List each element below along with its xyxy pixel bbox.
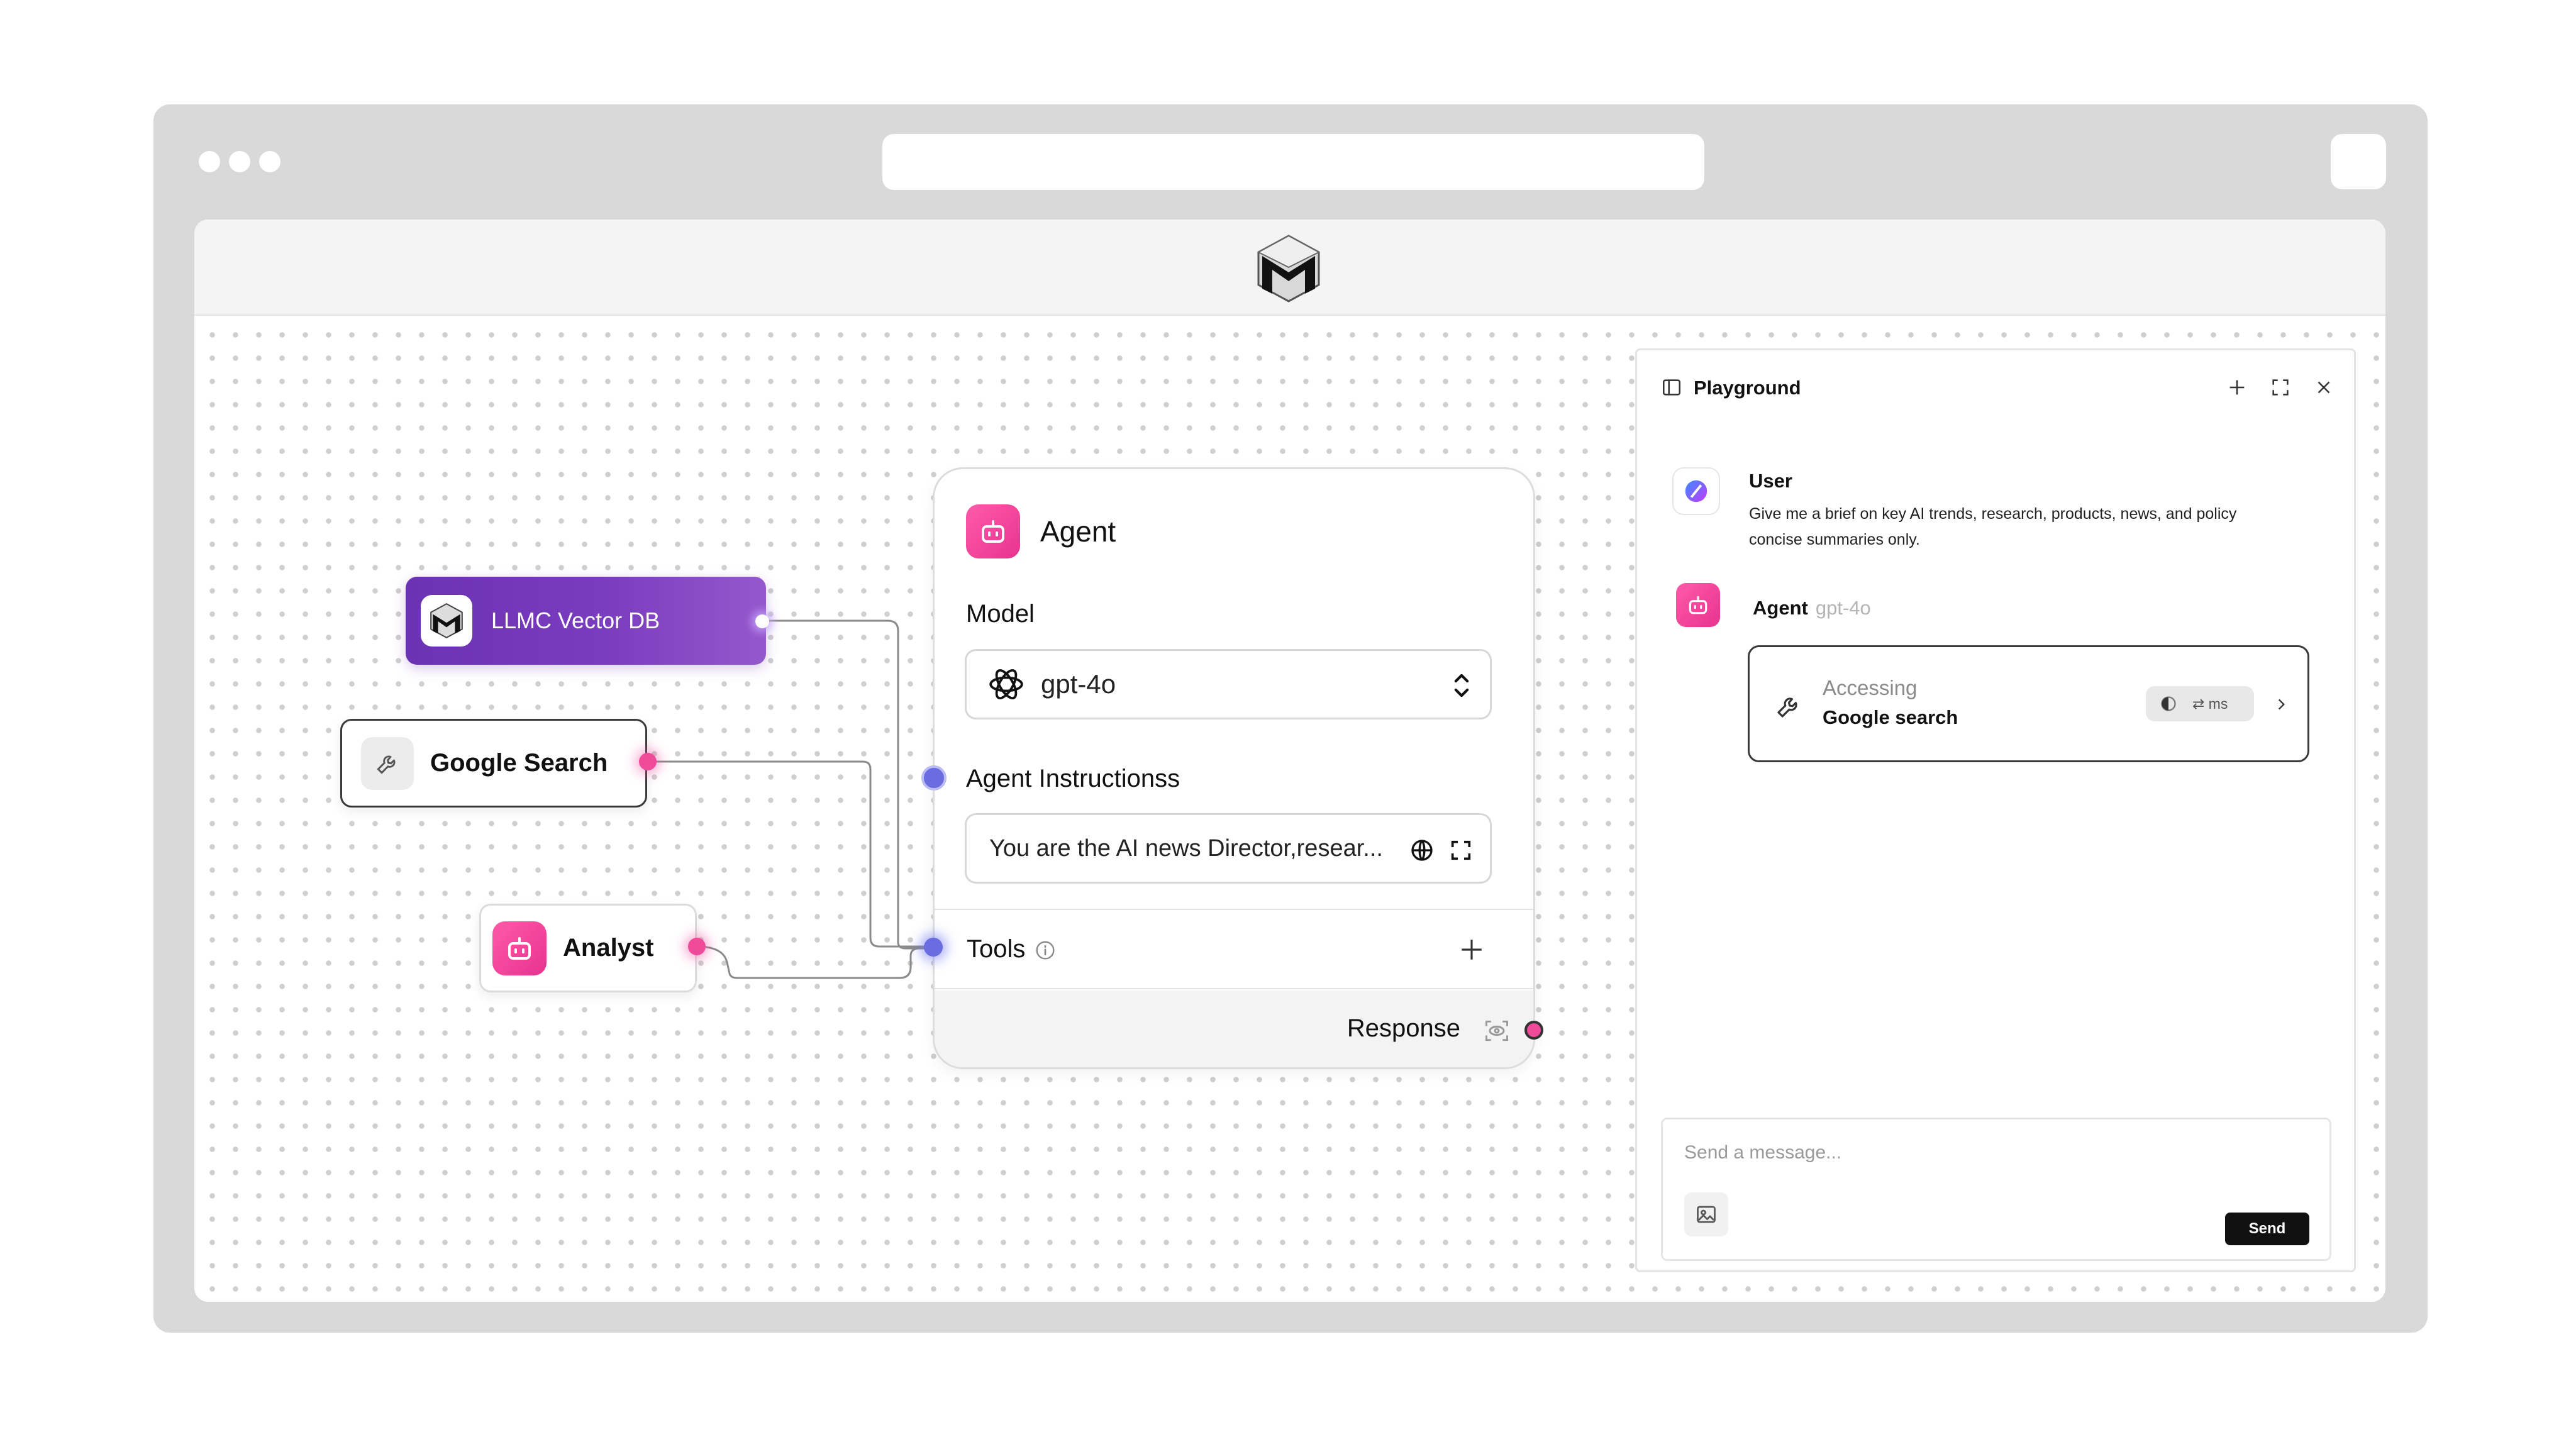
vector-db-output-port[interactable] — [755, 614, 769, 628]
eye-scan-icon[interactable] — [1483, 1017, 1511, 1045]
window-maximize-dot[interactable] — [259, 151, 280, 172]
add-tool-icon[interactable] — [1458, 936, 1485, 963]
fullscreen-icon[interactable] — [2270, 377, 2291, 398]
instructions-value: You are the AI news Director,resear... — [989, 835, 1383, 862]
playground-panel: Playground User Give me a brief on key A… — [1635, 348, 2356, 1272]
analyst-output-port[interactable] — [688, 938, 706, 955]
browser-action-button[interactable] — [2331, 134, 2386, 189]
wrench-icon — [361, 736, 414, 790]
response-row: Response — [935, 991, 1533, 1067]
openai-icon — [989, 669, 1023, 699]
robot-icon — [966, 504, 1020, 558]
response-output-port[interactable] — [1524, 1021, 1543, 1040]
attach-image-button[interactable] — [1684, 1192, 1728, 1236]
message-composer[interactable]: Send a message... Send — [1661, 1118, 2331, 1261]
window-minimize-dot[interactable] — [229, 151, 250, 172]
agent-model: gpt-4o — [1815, 597, 1871, 619]
app-header — [194, 219, 2385, 316]
loading-icon — [2161, 696, 2176, 711]
close-icon[interactable] — [2313, 377, 2334, 398]
model-label: Model — [966, 600, 1035, 628]
node-label: Analyst — [563, 934, 654, 962]
node-analyst[interactable]: Analyst — [479, 904, 697, 992]
response-label: Response — [1346, 1014, 1460, 1042]
send-button[interactable]: Send — [2225, 1213, 2309, 1245]
llmc-logo-icon — [1257, 235, 1321, 303]
tool-status-label: Accessing — [1823, 676, 1918, 699]
chevron-updown-icon — [1454, 674, 1469, 697]
node-label: LLMC Vector DB — [491, 608, 660, 633]
user-message: Give me a brief on key AI trends, resear… — [1749, 505, 2237, 548]
tools-input-port[interactable] — [924, 938, 943, 957]
message-input[interactable]: Send a message... — [1684, 1142, 1841, 1163]
new-chat-icon[interactable] — [2226, 377, 2248, 398]
image-icon — [1697, 1206, 1716, 1223]
playground-title: Playground — [1694, 377, 1801, 399]
user-avatar-icon — [1685, 480, 1707, 502]
avatar — [1672, 467, 1720, 515]
agent-node-card[interactable]: Agent Model gpt-4o Agent Instructionss Y… — [933, 467, 1535, 1069]
window-close-dot[interactable] — [199, 151, 220, 172]
timing-badge: ⇄ ms — [2146, 686, 2254, 721]
robot-icon — [492, 921, 547, 975]
sidebar-toggle-icon[interactable] — [1661, 377, 1682, 398]
instructions-label: Agent Instructionss — [966, 765, 1180, 792]
address-bar[interactable] — [882, 134, 1704, 190]
model-select[interactable]: gpt-4o — [965, 649, 1492, 719]
expand-icon[interactable] — [1448, 838, 1474, 863]
user-name: User — [1749, 470, 1792, 492]
llmc-logo-icon — [421, 595, 472, 647]
model-select-value: gpt-4o — [1041, 669, 1116, 699]
instructions-input-port[interactable] — [921, 765, 947, 791]
globe-icon[interactable] — [1409, 838, 1435, 863]
tools-row: Tools — [935, 909, 1533, 989]
info-icon[interactable] — [1035, 940, 1055, 960]
agent-name-text: Agent — [1753, 597, 1808, 619]
robot-icon — [1676, 583, 1720, 627]
tool-call-card[interactable]: Accessing Google search ⇄ ms — [1748, 645, 2309, 762]
agent-name: Agent gpt-4o — [1753, 597, 1871, 619]
wrench-icon — [1777, 697, 1797, 718]
google-search-output-port[interactable] — [639, 753, 657, 770]
agent-title: Agent — [1040, 515, 1116, 548]
node-google-search[interactable]: Google Search — [340, 719, 647, 808]
tool-name: Google search — [1823, 706, 1958, 728]
node-label: Google Search — [430, 749, 608, 777]
node-llmc-vector-db[interactable]: LLMC Vector DB — [406, 577, 766, 665]
timing-value: ⇄ ms — [2192, 695, 2228, 712]
chevron-right-icon[interactable] — [2273, 696, 2289, 713]
tools-label: Tools — [967, 935, 1026, 963]
instructions-field[interactable]: You are the AI news Director,resear... — [965, 813, 1492, 884]
